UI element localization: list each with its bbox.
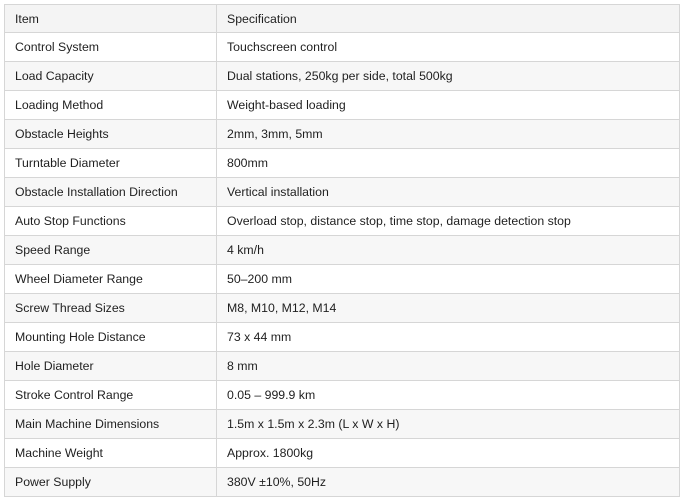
table-row: Speed Range 4 km/h	[4, 235, 680, 265]
spec-cell: Overload stop, distance stop, time stop,…	[216, 206, 680, 236]
spec-cell: 380V ±10%, 50Hz	[216, 467, 680, 497]
spec-cell: 0.05 – 999.9 km	[216, 380, 680, 410]
table-row: Loading Method Weight-based loading	[4, 90, 680, 120]
item-cell: Obstacle Heights	[4, 119, 217, 149]
item-cell: Auto Stop Functions	[4, 206, 217, 236]
table-body: Control System Touchscreen control Load C…	[4, 32, 680, 497]
spec-cell: 4 km/h	[216, 235, 680, 265]
spec-cell: 8 mm	[216, 351, 680, 381]
header-item: Item	[4, 4, 217, 33]
item-cell: Stroke Control Range	[4, 380, 217, 410]
item-cell: Machine Weight	[4, 438, 217, 468]
header-specification: Specification	[216, 4, 680, 33]
table-row: Screw Thread Sizes M8, M10, M12, M14	[4, 293, 680, 323]
table-row: Load Capacity Dual stations, 250kg per si…	[4, 61, 680, 91]
spec-cell: 2mm, 3mm, 5mm	[216, 119, 680, 149]
item-cell: Loading Method	[4, 90, 217, 120]
item-cell: Screw Thread Sizes	[4, 293, 217, 323]
item-cell: Wheel Diameter Range	[4, 264, 217, 294]
item-cell: Control System	[4, 32, 217, 62]
table-row: Machine Weight Approx. 1800kg	[4, 438, 680, 468]
spec-cell: 50–200 mm	[216, 264, 680, 294]
spec-cell: M8, M10, M12, M14	[216, 293, 680, 323]
spec-cell: Touchscreen control	[216, 32, 680, 62]
table-row: Obstacle Heights 2mm, 3mm, 5mm	[4, 119, 680, 149]
spec-cell: Approx. 1800kg	[216, 438, 680, 468]
spec-cell: 1.5m x 1.5m x 2.3m (L x W x H)	[216, 409, 680, 439]
table-row: Control System Touchscreen control	[4, 32, 680, 62]
spec-cell: Dual stations, 250kg per side, total 500…	[216, 61, 680, 91]
item-cell: Load Capacity	[4, 61, 217, 91]
spec-table: Item Specification Control System Touchsc…	[4, 4, 680, 497]
item-cell: Main Machine Dimensions	[4, 409, 217, 439]
spec-cell: 800mm	[216, 148, 680, 178]
table-row: Power Supply 380V ±10%, 50Hz	[4, 467, 680, 497]
table-row: Obstacle Installation Direction Vertical …	[4, 177, 680, 207]
table-row: Stroke Control Range 0.05 – 999.9 km	[4, 380, 680, 410]
table-row: Auto Stop Functions Overload stop, distan…	[4, 206, 680, 236]
spec-cell: Vertical installation	[216, 177, 680, 207]
item-cell: Hole Diameter	[4, 351, 217, 381]
table-row: Mounting Hole Distance 73 x 44 mm	[4, 322, 680, 352]
table-row: Wheel Diameter Range 50–200 mm	[4, 264, 680, 294]
header-row: Item Specification	[4, 4, 680, 33]
spec-cell: Weight-based loading	[216, 90, 680, 120]
spec-cell: 73 x 44 mm	[216, 322, 680, 352]
item-cell: Turntable Diameter	[4, 148, 217, 178]
item-cell: Speed Range	[4, 235, 217, 265]
spec-table-container: Item Specification Control System Touchsc…	[4, 4, 680, 497]
item-cell: Obstacle Installation Direction	[4, 177, 217, 207]
table-header: Item Specification	[4, 4, 680, 33]
item-cell: Power Supply	[4, 467, 217, 497]
table-row: Main Machine Dimensions 1.5m x 1.5m x 2.3…	[4, 409, 680, 439]
item-cell: Mounting Hole Distance	[4, 322, 217, 352]
table-row: Hole Diameter 8 mm	[4, 351, 680, 381]
table-row: Turntable Diameter 800mm	[4, 148, 680, 178]
